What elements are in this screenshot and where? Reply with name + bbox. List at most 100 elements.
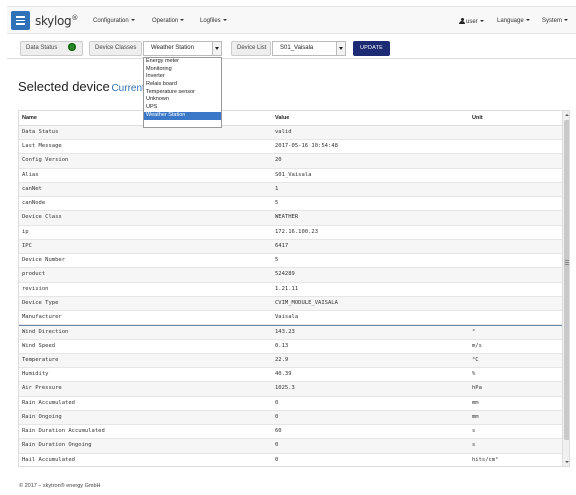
device-class-select[interactable]: Weather Station (143, 41, 222, 56)
cell-name: canNode (22, 200, 46, 207)
cell-name: Config Version (22, 157, 69, 164)
cell-value: 0 (275, 413, 279, 420)
device-values-table: Name Value Unit Data Status valid Last Mes… (18, 110, 570, 467)
cell-name: canNet (22, 185, 42, 192)
table-row: canNode 5 (19, 197, 562, 212)
cell-value: 1025.3 (275, 385, 295, 392)
dropdown-option[interactable]: Weather Station (144, 111, 221, 120)
cell-name: Rain Accumulated (22, 399, 75, 406)
cell-value: 0 (275, 399, 279, 406)
device-list-label: Device List (231, 41, 271, 56)
cell-name: IPC (22, 242, 32, 249)
cell-value: 1.21.11 (275, 285, 299, 292)
cell-name: Device Class (22, 214, 62, 221)
cell-value: 22.9 (275, 356, 289, 363)
cell-name: Rain Duration Accumulated (22, 428, 105, 435)
column-header-name[interactable]: Name (22, 111, 37, 125)
dropdown-option[interactable]: Energy meter (144, 58, 221, 66)
cell-value: Vaisala (275, 314, 299, 321)
table-row: Rain Duration Accumulated 60 s (19, 425, 562, 440)
dropdown-option[interactable]: Monitoring (144, 66, 221, 74)
column-header-unit[interactable]: Unit (472, 111, 483, 125)
device-class-dropdown-list[interactable]: Energy meter Monitoring Inverter Relais boa… (143, 57, 222, 128)
cell-name: Hail Accumulated (22, 456, 75, 463)
scrollbar-thumb[interactable] (564, 120, 569, 440)
cell-name: Rain Ongoing (22, 413, 62, 420)
user-icon (459, 18, 465, 24)
cell-name: Air Pressure (22, 385, 62, 392)
dropdown-arrow-icon[interactable] (336, 42, 345, 55)
cell-value: 20 (275, 157, 282, 164)
skylog-logo-icon[interactable] (11, 11, 30, 30)
cell-value: S01_Vaisala (275, 171, 312, 178)
table-row: Last Message 2017-05-16 10:54:48 (19, 140, 562, 155)
cell-unit: hPa (472, 385, 482, 392)
table-row: Humidity 40.39% (19, 368, 562, 383)
table-row: Rain Accumulated 0 mm (19, 397, 562, 411)
dropdown-arrow-icon[interactable] (212, 42, 221, 55)
dropdown-option[interactable]: Relais board (144, 81, 221, 89)
cell-unit: mm (472, 399, 479, 406)
menu-language[interactable]: Language (497, 18, 530, 24)
caret-down-icon (180, 19, 185, 22)
device-list-select[interactable]: S01_Vaisala (272, 41, 346, 56)
cell-unit: % (472, 371, 476, 378)
column-header-value[interactable]: Value (275, 111, 289, 125)
caret-down-icon (525, 19, 530, 22)
cell-name: Device Type (22, 299, 59, 306)
dropdown-option[interactable]: UPS (144, 104, 221, 112)
cell-name: Wind Speed (22, 342, 56, 349)
table-row: product 524289 (19, 268, 562, 283)
cell-value: 5 (275, 257, 279, 264)
cell-value: 5 (275, 200, 279, 207)
dropdown-option[interactable]: Temperature sensor (144, 89, 221, 97)
cell-name: Humidity (22, 371, 49, 378)
cell-value: 60 (275, 428, 282, 435)
cell-value: 0 (275, 456, 279, 463)
caret-down-icon (130, 19, 135, 22)
table-row: Hail Accumulated 0 hits/cm² (19, 454, 562, 466)
menu-configuration[interactable]: Configuration (93, 18, 135, 24)
menu-user[interactable]: user (459, 18, 484, 25)
dropdown-option[interactable]: Inverter (144, 73, 221, 81)
menu-system[interactable]: System (542, 18, 569, 24)
scroll-up-arrow-icon[interactable] (563, 111, 569, 119)
cell-name: Last Message (22, 143, 62, 150)
table-row: Rain Ongoing 0 mm (19, 410, 562, 426)
cell-unit: s (472, 428, 476, 435)
caret-down-icon (564, 19, 569, 22)
table-row: Device Class WEATHER (19, 211, 562, 226)
table-row: Config Version 20 (19, 154, 562, 169)
cell-value: 40.39 (275, 371, 292, 378)
device-classes-label: Device Classes (89, 41, 142, 56)
page-title: Selected device Current (18, 79, 145, 94)
table-row: Wind Speed 0.13 m/s (19, 340, 562, 354)
menu-logfiles[interactable]: Logfiles (200, 18, 227, 24)
table-row: Device Type CVIM_MODULE_VAISALA (19, 296, 562, 312)
cell-value: 2017-05-16 10:54:48 (275, 143, 338, 150)
table-row: Alias S01_Vaisala (19, 169, 562, 183)
cell-name: Device Number (22, 257, 66, 264)
cell-value: valid (275, 129, 292, 135)
table-row: Manufacturer Vaisala (19, 311, 562, 326)
cell-name: Temperature (22, 356, 59, 363)
cell-value: WEATHER (275, 214, 299, 221)
table-row: revision 1.21.11 (19, 283, 562, 297)
table-row: Data Status valid (19, 126, 562, 141)
scroll-down-arrow-icon[interactable] (563, 458, 569, 466)
cell-value: 524289 (275, 271, 295, 278)
cell-value: 172.16.100.23 (275, 228, 319, 235)
table-scrollbar[interactable] (562, 111, 569, 466)
update-button[interactable]: UPDATE (353, 41, 390, 56)
cell-unit: s (472, 442, 476, 449)
cell-value: 1 (275, 185, 279, 192)
dropdown-option[interactable]: Unknown (144, 96, 221, 104)
cell-value: 0 (275, 442, 279, 449)
toolbar-divider (7, 58, 576, 59)
cell-name: Rain Duration Ongoing (22, 442, 92, 449)
table-row: IPC 6417 (19, 239, 562, 255)
top-navbar: skylog® Configuration Operation Logfiles… (7, 6, 576, 34)
brand-name[interactable]: skylog® (35, 14, 78, 28)
menu-operation[interactable]: Operation (152, 18, 185, 24)
cell-unit: hits/cm² (472, 456, 499, 463)
